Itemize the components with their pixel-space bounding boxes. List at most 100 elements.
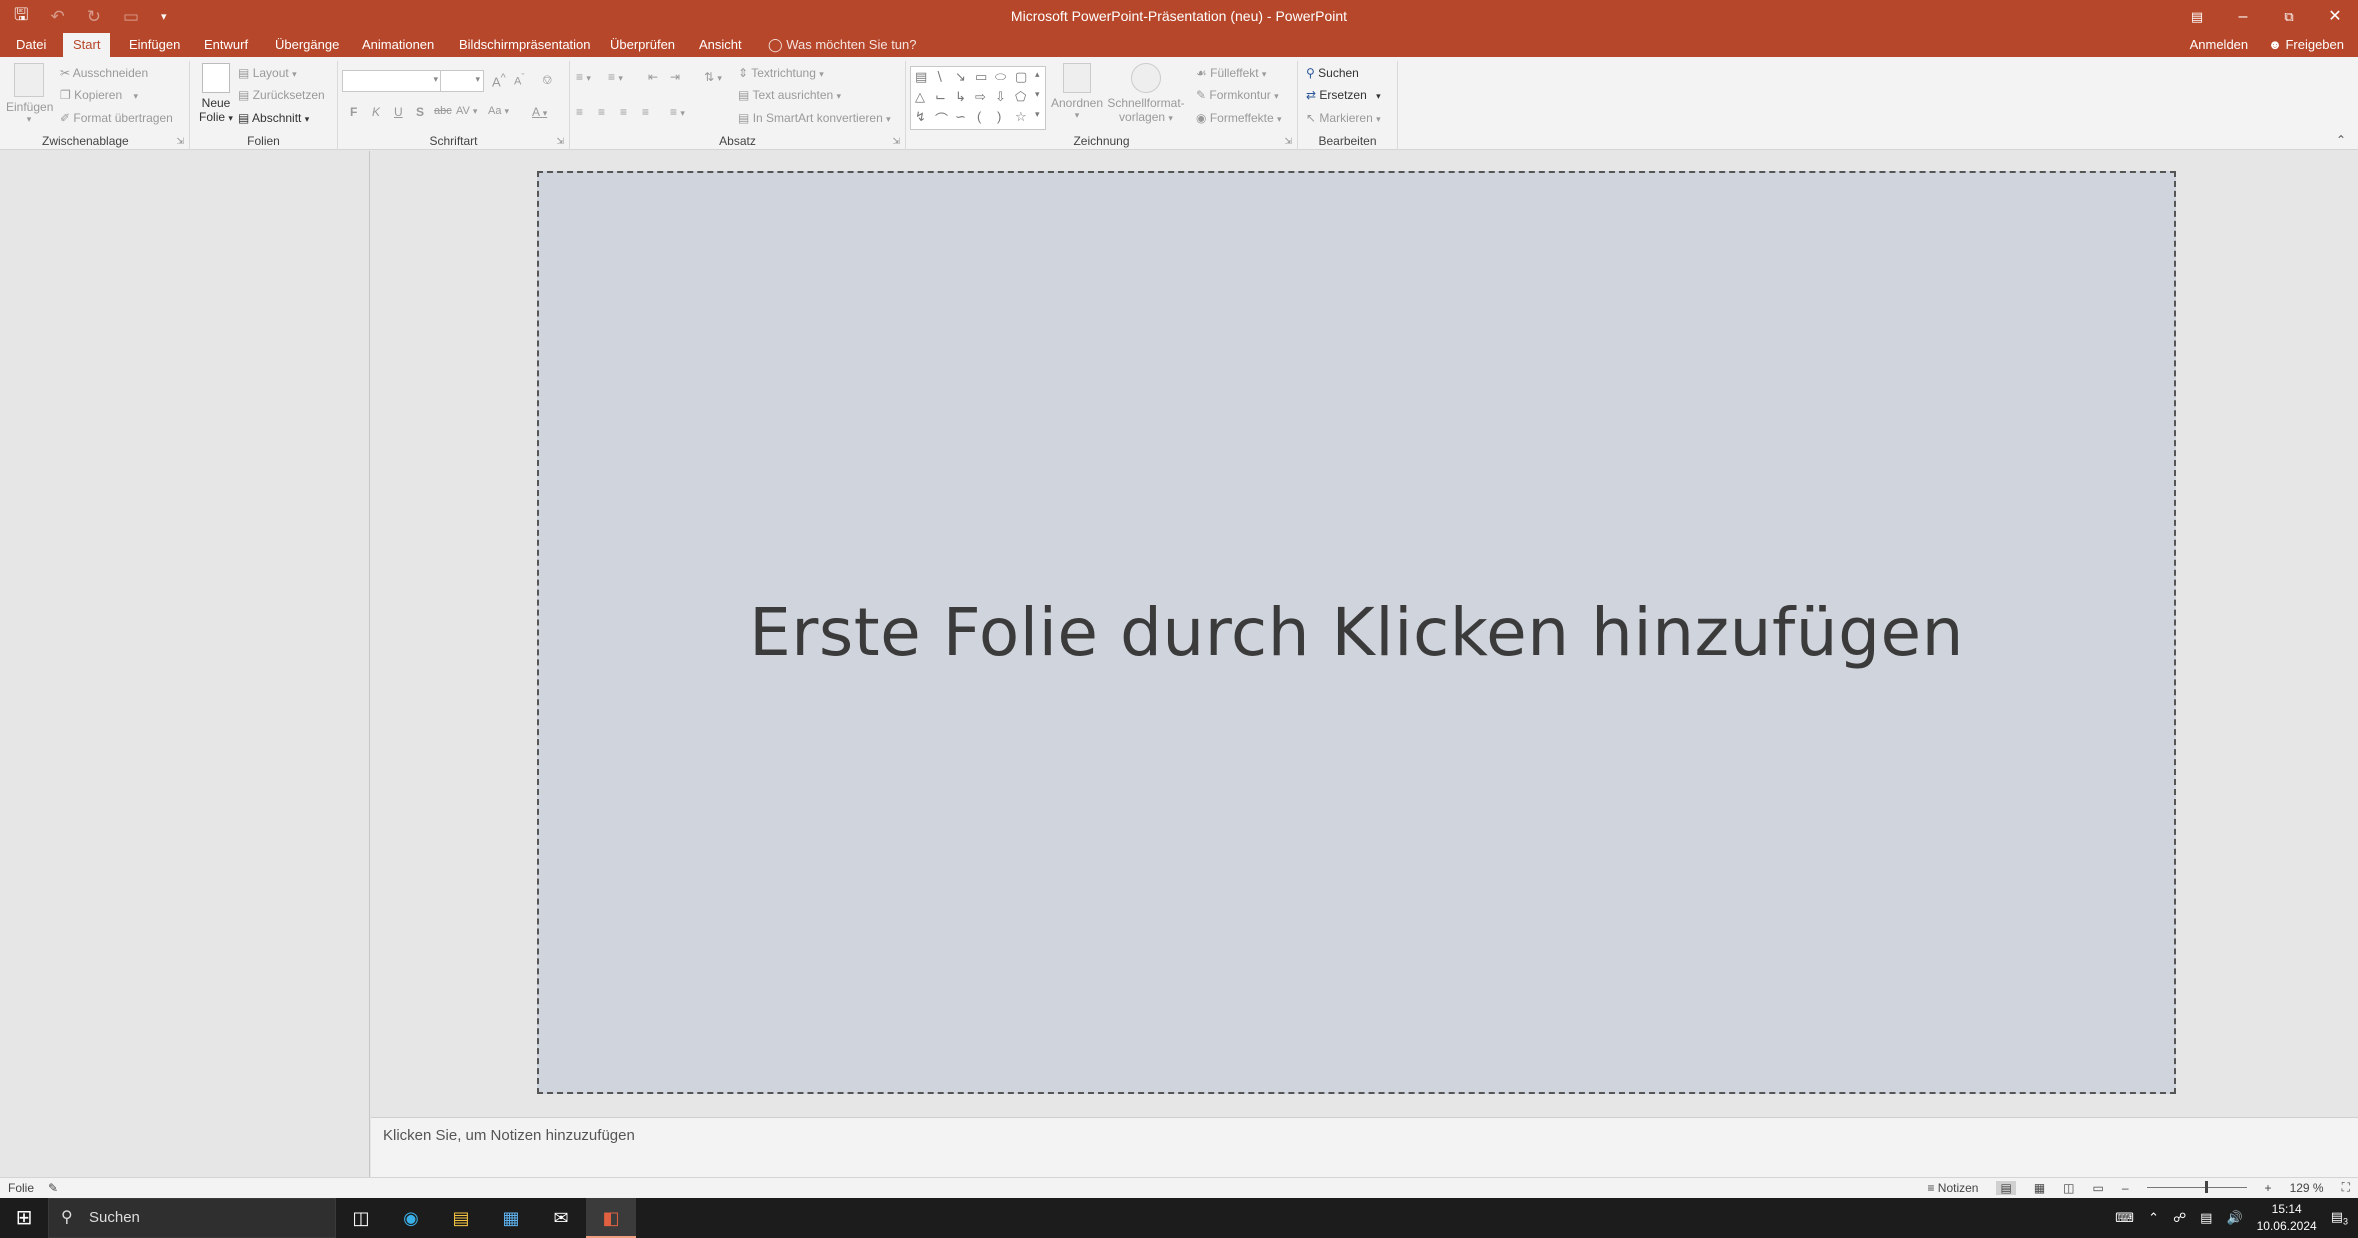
zoom-in-button[interactable]: + xyxy=(2265,1181,2272,1195)
align-right-icon[interactable]: ≡ xyxy=(620,105,627,119)
align-center-icon[interactable]: ≡ xyxy=(598,105,605,119)
paste-button[interactable]: Einfügen ▾ xyxy=(6,63,53,125)
bold-button[interactable]: F xyxy=(350,105,357,119)
arrow-line-shape-icon[interactable]: ↘ xyxy=(955,69,966,85)
task-view-icon[interactable]: ◫ xyxy=(336,1198,386,1238)
quick-styles-button[interactable]: Schnellformat- vorlagen ▾ xyxy=(1106,63,1186,124)
curve-shape-icon[interactable]: ∽ xyxy=(955,109,966,125)
add-first-slide-placeholder[interactable]: Erste Folie durch Klicken hinzufügen xyxy=(537,171,2176,1094)
zoom-slider-thumb[interactable] xyxy=(2204,1181,2208,1193)
section-button[interactable]: ▤ Abschnitt ▾ xyxy=(238,111,309,125)
network-icon[interactable]: ▤ xyxy=(2200,1210,2212,1226)
rectangle-shape-icon[interactable]: ▭ xyxy=(975,69,987,85)
cut-button[interactable]: ✂ Ausschneiden xyxy=(60,66,148,80)
new-slide-button[interactable]: Neue Folie ▾ xyxy=(196,63,236,124)
taskbar-clock[interactable]: 15:14 10.06.2024 xyxy=(2257,1201,2317,1235)
show-hidden-icons-icon[interactable]: ⌃ xyxy=(2148,1210,2159,1226)
restore-icon[interactable]: ⧉ xyxy=(2266,0,2312,33)
shape-outline-button[interactable]: ✎ Formkontur ▾ xyxy=(1196,88,1279,102)
ribbon-display-options-icon[interactable]: ▤ xyxy=(2174,0,2220,33)
grow-font-button[interactable]: A^ xyxy=(492,72,506,89)
volume-icon[interactable]: 🔊 xyxy=(2226,1210,2242,1226)
shape-fill-button[interactable]: ☙ Fülleffekt ▾ xyxy=(1196,66,1266,80)
triangle-shape-icon[interactable]: △ xyxy=(915,89,925,105)
notification-center-icon[interactable]: ▤3 xyxy=(2331,1209,2348,1227)
layout-button[interactable]: ▤ Layout ▾ xyxy=(238,66,297,80)
reset-button[interactable]: ▤ Zurücksetzen xyxy=(238,88,325,102)
format-painter-button[interactable]: ✐ Format übertragen xyxy=(60,111,173,125)
clipboard-dialog-launcher-icon[interactable]: ⇲ xyxy=(176,136,184,147)
tab-uebergaenge[interactable]: Übergänge xyxy=(265,33,349,57)
zoom-slider[interactable] xyxy=(2146,1181,2247,1193)
powerpoint-icon[interactable]: ◧ xyxy=(586,1198,636,1238)
oval-shape-icon[interactable]: ⬭ xyxy=(995,69,1006,85)
elbow-connector-shape-icon[interactable]: ⌙ xyxy=(935,89,946,105)
line-shape-icon[interactable]: ∖ xyxy=(935,69,943,85)
arc-shape-icon[interactable]: ⌒ xyxy=(935,109,948,128)
line-spacing-icon[interactable]: ⇅ ▾ xyxy=(704,70,722,84)
minimize-icon[interactable]: – xyxy=(2220,0,2266,33)
increase-indent-icon[interactable]: ⇥ xyxy=(670,70,680,84)
shadow-button[interactable]: S xyxy=(416,105,424,119)
normal-view-icon[interactable]: ▤ xyxy=(1996,1180,2016,1195)
right-arrow-shape-icon[interactable]: ⇨ xyxy=(975,89,986,105)
strikethrough-button[interactable]: abc xyxy=(434,105,452,117)
accessibility-check-icon[interactable]: ✎ xyxy=(48,1181,58,1195)
taskbar-search-box[interactable]: ⚲ Suchen xyxy=(48,1198,336,1238)
font-name-dropdown[interactable]: ▾ xyxy=(342,70,442,92)
text-direction-button[interactable]: ⇕ Textrichtung ▾ xyxy=(738,66,824,80)
find-button[interactable]: ⚲ Suchen xyxy=(1306,66,1359,80)
keyboard-icon[interactable]: ⌨ xyxy=(2115,1210,2134,1226)
numbering-icon[interactable]: ≡ ▾ xyxy=(608,70,623,84)
freeform-shape-icon[interactable]: ↯ xyxy=(915,109,926,125)
arrange-button[interactable]: Anordnen ▾ xyxy=(1050,63,1104,121)
edge-browser-icon[interactable]: ◉ xyxy=(386,1198,436,1238)
shape-effects-button[interactable]: ◉ Formeffekte ▾ xyxy=(1196,111,1282,125)
tab-datei[interactable]: Datei xyxy=(6,33,56,57)
tab-entwurf[interactable]: Entwurf xyxy=(194,33,258,57)
microsoft-store-icon[interactable]: ▦ xyxy=(486,1198,536,1238)
change-case-button[interactable]: Aa ▾ xyxy=(488,105,509,117)
align-left-icon[interactable]: ≡ xyxy=(576,105,583,119)
close-icon[interactable]: ✕ xyxy=(2312,0,2358,33)
mail-icon[interactable]: ✉ xyxy=(536,1198,586,1238)
paragraph-dialog-launcher-icon[interactable]: ⇲ xyxy=(892,136,900,147)
down-arrow-shape-icon[interactable]: ⇩ xyxy=(995,89,1006,105)
tab-ueberpruefen[interactable]: Überprüfen xyxy=(600,33,685,57)
windows-start-icon[interactable]: ⊞ xyxy=(0,1198,48,1238)
decrease-indent-icon[interactable]: ⇤ xyxy=(648,70,658,84)
fit-to-window-icon[interactable]: ⛶ xyxy=(2342,1180,2350,1195)
elbow-arrow-shape-icon[interactable]: ↳ xyxy=(955,89,966,105)
tab-animationen[interactable]: Animationen xyxy=(352,33,444,57)
reading-view-icon[interactable]: ◫ xyxy=(2063,1181,2074,1195)
slide-thumbnail-pane[interactable] xyxy=(0,151,370,1177)
font-color-button[interactable]: A ▾ xyxy=(532,105,547,119)
zoom-level[interactable]: 129 % xyxy=(2290,1181,2324,1195)
align-text-button[interactable]: ▤ Text ausrichten ▾ xyxy=(738,88,841,102)
star-shape-icon[interactable]: ☆ xyxy=(1015,109,1027,125)
textbox-shape-icon[interactable]: ▤ xyxy=(915,69,927,85)
zoom-out-button[interactable]: – xyxy=(2122,1181,2129,1195)
gallery-scroll-up-icon[interactable]: ▴ xyxy=(1035,69,1040,80)
character-spacing-button[interactable]: AV ▾ xyxy=(456,105,477,117)
gallery-scroll-down-icon[interactable]: ▾ xyxy=(1035,89,1040,100)
tab-ansicht[interactable]: Ansicht xyxy=(689,33,752,57)
tab-einfuegen[interactable]: Einfügen xyxy=(119,33,190,57)
slide-sorter-view-icon[interactable]: ▦ xyxy=(2034,1181,2045,1195)
tab-bildschirmpraesentation[interactable]: Bildschirmpräsentation xyxy=(449,33,601,57)
pentagon-shape-icon[interactable]: ⬠ xyxy=(1015,89,1026,105)
clear-formatting-icon[interactable]: ⎊ xyxy=(542,72,552,88)
font-dialog-launcher-icon[interactable]: ⇲ xyxy=(556,136,564,147)
select-button[interactable]: ↖ Markieren ▾ xyxy=(1306,111,1381,125)
gallery-more-icon[interactable]: ▾ xyxy=(1035,109,1040,120)
collapse-ribbon-icon[interactable]: ⌃ xyxy=(2336,133,2346,147)
copy-button[interactable]: ❐ Kopieren ▾ xyxy=(60,88,138,102)
convert-smartart-button[interactable]: ▤ In SmartArt konvertieren ▾ xyxy=(738,111,891,125)
replace-button[interactable]: ⇄ Ersetzen ▾ xyxy=(1306,88,1381,102)
slideshow-view-icon[interactable]: ▭ xyxy=(2093,1181,2104,1195)
rounded-rectangle-shape-icon[interactable]: ▢ xyxy=(1015,69,1027,85)
shapes-gallery[interactable]: ▤ ∖ ↘ ▭ ⬭ ▢ △ ⌙ ↳ ⇨ ⇩ ⬠ ↯ ⌒ ∽ ( ) ☆ ▴ ▾ … xyxy=(910,66,1046,130)
shrink-font-button[interactable]: Aˇ xyxy=(514,72,524,88)
notes-pane[interactable]: Klicken Sie, um Notizen hinzuzufügen xyxy=(371,1117,2358,1177)
columns-icon[interactable]: ≡ ▾ xyxy=(670,105,685,119)
